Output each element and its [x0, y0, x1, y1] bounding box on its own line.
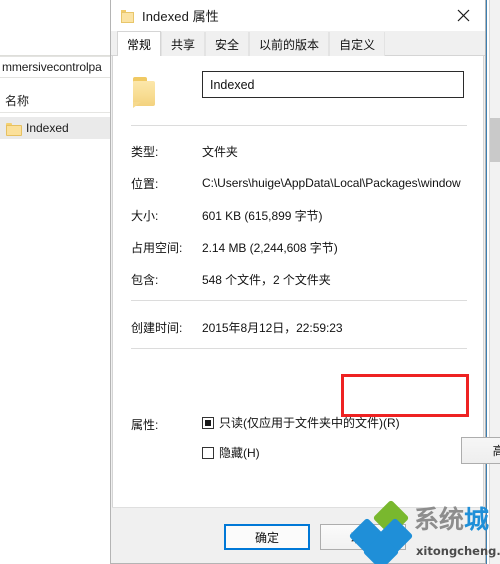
tab-security-label: 安全	[215, 37, 240, 52]
tab-strip: 常规 共享 安全 以前的版本 自定义	[111, 31, 485, 57]
property-row-size: 大小: 601 KB (615,899 字节)	[113, 206, 483, 224]
property-row-contains: 包含: 548 个文件，2 个文件夹	[113, 270, 483, 288]
readonly-checkbox[interactable]: 只读(仅应用于文件夹中的文件)(R)	[202, 414, 400, 431]
property-label-type: 类型:	[131, 144, 159, 159]
address-bar-text: mmersivecontrolpa	[2, 60, 102, 74]
tab-sharing[interactable]: 共享	[161, 32, 206, 56]
list-item-label: Indexed	[26, 121, 69, 135]
property-row-size-on-disk: 占用空间: 2.14 MB (2,244,608 字节)	[113, 238, 483, 256]
tab-previous-versions-label: 以前的版本	[259, 37, 320, 52]
property-value-location: C:\Users\huige\AppData\Local\Packages\wi…	[202, 176, 461, 190]
tab-general-label: 常规	[127, 37, 152, 52]
folder-icon	[6, 122, 22, 136]
tab-customize[interactable]: 自定义	[329, 32, 386, 56]
dialog-title-bar[interactable]: Indexed 属性	[111, 0, 485, 31]
folder-icon	[131, 74, 165, 108]
property-label-location: 位置:	[131, 176, 159, 191]
ok-button[interactable]: 确定	[224, 524, 310, 550]
divider	[131, 348, 467, 349]
property-row-type: 类型: 文件夹	[113, 142, 483, 160]
property-label-size-on-disk: 占用空间:	[131, 240, 183, 255]
property-value-size-on-disk: 2.14 MB (2,244,608 字节)	[202, 240, 338, 255]
cancel-button[interactable]: 取消	[320, 524, 406, 550]
readonly-checkbox-label: 只读(仅应用于文件夹中的文件)(R)	[219, 416, 400, 430]
divider	[131, 125, 467, 126]
properties-dialog: Indexed 属性 常规 共享 安全 以前的版本 自定义 Indexed 类型…	[110, 0, 500, 564]
checkbox-indicator-readonly[interactable]	[202, 416, 214, 429]
property-row-location: 位置: C:\Users\huige\AppData\Local\Package…	[113, 174, 483, 192]
property-label-size: 大小:	[131, 208, 159, 223]
property-row-created: 创建时间: 2015年8月12日，22:59:23	[113, 318, 483, 336]
scrollbar-track[interactable]	[489, 0, 500, 564]
property-value-created: 2015年8月12日，22:59:23	[202, 320, 343, 335]
close-icon[interactable]	[441, 0, 485, 31]
tab-customize-label: 自定义	[339, 37, 376, 52]
tab-security[interactable]: 安全	[205, 32, 250, 56]
property-value-contains: 548 个文件，2 个文件夹	[202, 272, 331, 287]
property-value-type: 文件夹	[202, 144, 238, 159]
checkbox-indicator-hidden[interactable]	[202, 446, 214, 459]
dialog-body: 类型: 文件夹 位置: C:\Users\huige\AppData\Local…	[112, 56, 500, 539]
property-label-contains: 包含:	[131, 272, 159, 287]
tab-sharing-label: 共享	[171, 37, 196, 52]
screen: mmersivecontrolpa 名称 Indexed Indexed 属性	[0, 0, 500, 564]
dialog-footer: 确定 取消	[112, 507, 484, 563]
advanced-button[interactable]: 高级(D)...	[461, 437, 500, 464]
explorer-right-divider	[486, 0, 487, 564]
attributes-label: 属性:	[131, 418, 159, 432]
tab-previous-versions[interactable]: 以前的版本	[249, 32, 330, 56]
property-label-created: 创建时间:	[131, 320, 183, 335]
scrollbar-thumb[interactable]	[490, 118, 500, 162]
hidden-checkbox[interactable]: 隐藏(H)	[202, 444, 260, 461]
divider	[131, 300, 467, 301]
property-value-size: 601 KB (615,899 字节)	[202, 208, 323, 223]
name-row	[113, 66, 483, 122]
hidden-checkbox-label: 隐藏(H)	[219, 446, 260, 460]
column-header-name: 名称	[5, 94, 30, 108]
tab-general[interactable]: 常规	[117, 31, 162, 57]
dialog-title: Indexed 属性	[142, 9, 219, 24]
folder-name-input[interactable]	[202, 71, 464, 98]
folder-icon	[120, 9, 134, 23]
